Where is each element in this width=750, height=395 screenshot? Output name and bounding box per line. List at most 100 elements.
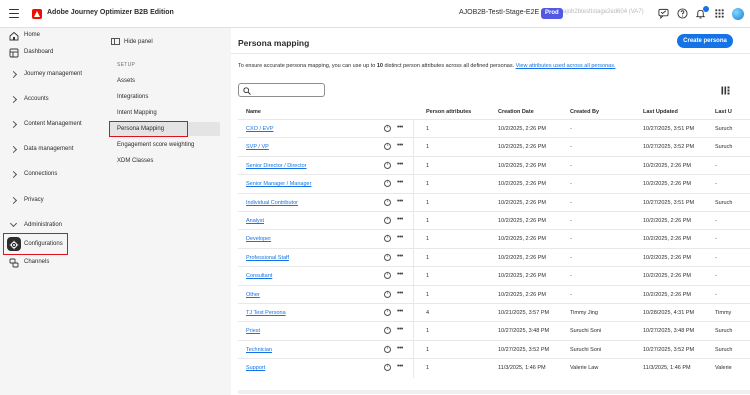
nav-item-journey-management[interactable]: Journey management [0, 67, 88, 83]
more-actions-icon[interactable]: ••• [397, 216, 403, 223]
persona-name-link[interactable]: SVP / VP [246, 144, 269, 150]
last-updated-by-cell: Suruch [715, 346, 733, 353]
create-persona-button[interactable]: Create persona [677, 34, 733, 48]
nav-item-administration[interactable]: Administration [0, 218, 88, 234]
info-icon[interactable] [384, 180, 391, 188]
info-icon[interactable] [384, 309, 391, 316]
table-row[interactable]: Consultant ••• 1 10/2/2025, 2:26 PM - 10/2/20… [238, 266, 750, 286]
persona-name-link[interactable]: Professional Staff [246, 255, 289, 261]
apps-grid-icon[interactable] [714, 8, 725, 19]
more-actions-icon[interactable]: ••• [397, 326, 403, 333]
sandbox-name[interactable]: AJOB2B-TestI-Stage-E2E [459, 9, 539, 16]
feedback-icon[interactable] [658, 8, 669, 19]
sec-item-intent-mapping[interactable]: Intent Mapping [117, 110, 157, 116]
table-row[interactable]: Professional Staff ••• 1 10/2/2025, 2:26 PM… [238, 247, 750, 268]
col-creation-date[interactable]: Creation Date [498, 109, 534, 115]
col-last-updated-by[interactable]: Last U [715, 109, 732, 115]
nav-item-connections[interactable]: Connections [0, 167, 88, 183]
hamburger-menu-icon[interactable] [9, 9, 19, 18]
info-icon[interactable] [384, 217, 391, 224]
info-icon[interactable] [384, 125, 391, 132]
org-name[interactable]: ajob2btestIstage2ed604 (VA7) [563, 9, 644, 15]
col-name[interactable]: Name [246, 109, 261, 115]
table-row[interactable]: Individual Contributor ••• 1 10/2/2025, 2:2… [238, 192, 750, 212]
more-actions-icon[interactable]: ••• [397, 124, 403, 131]
search-field[interactable] [238, 83, 325, 97]
table-row[interactable]: Technician ••• 1 10/27/2025, 3:52 PM Suruchi… [238, 339, 750, 360]
col-last-updated[interactable]: Last Updated [643, 109, 678, 115]
table-row[interactable]: Senior Director / Director ••• 1 10/2/2025,… [238, 155, 750, 176]
sec-item-engagement-score-weighting[interactable]: Engagement score weighting [117, 142, 194, 148]
nav-item-channels[interactable]: Channels [0, 255, 88, 271]
info-icon[interactable] [384, 198, 391, 206]
table-row[interactable]: Priest ••• 1 10/27/2025, 3:48 PM Suruchi Son… [238, 321, 750, 341]
user-avatar[interactable] [732, 8, 744, 20]
column-settings-icon[interactable] [721, 86, 730, 95]
table-row[interactable]: CXO / EVP ••• 1 10/2/2025, 2:26 PM - 10/27/20… [238, 119, 750, 139]
info-text: To ensure accurate persona mapping, you … [238, 63, 616, 69]
more-actions-icon[interactable]: ••• [397, 253, 403, 260]
more-actions-icon[interactable]: ••• [397, 179, 403, 186]
persona-name-link[interactable]: Support [246, 365, 265, 371]
nav-item-home[interactable]: Home [0, 28, 88, 44]
hide-panel-button[interactable]: Hide panel [111, 38, 153, 45]
chevron-down-icon [9, 219, 18, 228]
col-person-attributes[interactable]: Person attributes [426, 109, 471, 115]
col-created-by[interactable]: Created By [570, 109, 599, 115]
more-actions-icon[interactable]: ••• [397, 290, 403, 297]
persona-name-link[interactable]: TJ Test Persona [246, 310, 286, 316]
table-row[interactable]: Support ••• 1 11/3/2025, 1:46 PM Valerie Law… [238, 358, 750, 378]
table-row[interactable]: Analyst ••• 1 10/2/2025, 2:26 PM - 10/2/2025,… [238, 211, 750, 231]
sec-item-integrations[interactable]: Integrations [117, 94, 148, 100]
table-row[interactable]: SVP / VP ••• 1 10/2/2025, 2:26 PM - 10/27/202… [238, 137, 750, 157]
persona-name-link[interactable]: Senior Director / Director [246, 163, 307, 169]
search-input[interactable] [255, 86, 321, 95]
info-icon[interactable] [384, 235, 391, 243]
dashboard-icon [9, 48, 19, 58]
more-actions-icon[interactable]: ••• [397, 142, 403, 149]
persona-name-link[interactable]: Consultant [246, 273, 272, 279]
persona-name-link[interactable]: Individual Contributor [246, 200, 298, 206]
table-row[interactable]: Developer ••• 1 10/2/2025, 2:26 PM - 10/2/202… [238, 229, 750, 249]
info-icon[interactable] [384, 143, 391, 151]
info-icon[interactable] [384, 345, 391, 353]
info-icon[interactable] [384, 253, 391, 261]
persona-name-link[interactable]: Analyst [246, 218, 264, 224]
table-row[interactable]: TJ Test Persona ••• 4 10/21/2025, 3:57 PM Ti… [238, 303, 750, 323]
more-actions-icon[interactable]: ••• [397, 161, 403, 168]
person-attributes-cell: 1 [426, 218, 430, 224]
more-actions-icon[interactable]: ••• [397, 198, 403, 205]
info-icon[interactable] [384, 272, 391, 280]
persona-name-link[interactable]: Developer [246, 236, 271, 242]
person-attributes-cell: 4 [426, 310, 430, 316]
info-icon[interactable] [384, 290, 391, 298]
sec-item-xdm-classes[interactable]: XDM Classes [117, 158, 153, 164]
nav-item-data-management[interactable]: Data management [0, 142, 88, 158]
table-row[interactable]: Other ••• 1 10/2/2025, 2:26 PM - 10/2/2025, 2… [238, 284, 750, 304]
more-actions-icon[interactable]: ••• [397, 234, 403, 241]
persona-name-link[interactable]: Senior Manager / Manager [246, 181, 311, 187]
sec-item-assets[interactable]: Assets [117, 78, 135, 84]
more-actions-icon[interactable]: ••• [397, 308, 403, 315]
more-actions-icon[interactable]: ••• [397, 271, 403, 278]
nav-item-content-management[interactable]: Content Management [0, 117, 88, 133]
view-attributes-link[interactable]: View attributes used across all personas… [516, 63, 616, 69]
more-actions-icon[interactable]: ••• [397, 363, 403, 370]
nav-item-privacy[interactable]: Privacy [0, 193, 88, 209]
help-icon[interactable] [677, 8, 688, 19]
persona-name-link[interactable]: Other [246, 292, 260, 298]
nav-item-accounts[interactable]: Accounts [0, 92, 88, 108]
configurations-highlight [3, 233, 68, 255]
info-icon[interactable] [384, 161, 391, 169]
info-icon[interactable] [384, 364, 391, 372]
info-icon[interactable] [384, 327, 391, 335]
nav-item-dashboard[interactable]: Dashboard [0, 45, 88, 61]
more-actions-icon[interactable]: ••• [397, 345, 403, 352]
horizontal-scrollbar[interactable] [238, 390, 750, 394]
nav-label: Administration [24, 222, 63, 228]
persona-name-link[interactable]: Priest [246, 328, 260, 334]
persona-name-link[interactable]: CXO / EVP [246, 126, 274, 132]
table-row[interactable]: Senior Manager / Manager ••• 1 10/2/2025, 2… [238, 174, 750, 194]
last-updated-by-cell: - [715, 254, 717, 261]
persona-name-link[interactable]: Technician [246, 347, 272, 353]
